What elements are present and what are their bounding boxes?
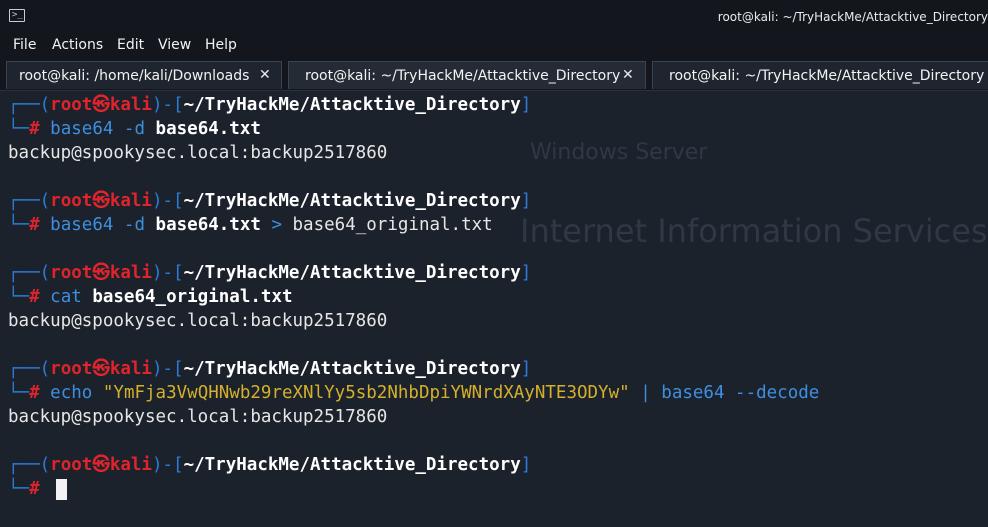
- command-output: backup@spookysec.local:backup2517860: [8, 407, 388, 427]
- prompt-line: ┌──(root㉿kali)-[~/TryHackMe/Attacktive_D…: [8, 191, 532, 211]
- tab-label: root@kali: /home/kali/Downloads: [19, 68, 250, 84]
- command-line: └─# echo "YmFja3VwQHNwb29reXNlYy5sb2NhbD…: [8, 383, 820, 403]
- command-line: └─# cat base64_original.txt: [8, 287, 293, 307]
- tab-attacktive[interactable]: root@kali: ~/TryHackMe/Attacktive_Direct…: [652, 61, 988, 89]
- close-icon[interactable]: ✕: [622, 67, 634, 83]
- window-title: root@kali: ~/TryHackMe/Attacktive_Direct…: [717, 10, 988, 24]
- menu-file[interactable]: File: [13, 37, 36, 53]
- prompt-line: ┌──(root㉿kali)-[~/TryHackMe/Attacktive_D…: [8, 359, 532, 379]
- menu-actions[interactable]: Actions: [52, 37, 103, 53]
- skull-icon: ㉿: [92, 191, 110, 211]
- prompt-line: ┌──(root㉿kali)-[~/TryHackMe/Attacktive_D…: [8, 455, 532, 475]
- skull-icon: ㉿: [92, 95, 110, 115]
- title-bar: >_ root@kali: ~/TryHackMe/Attacktive_Dir…: [0, 0, 988, 34]
- prompt-line: ┌──(root㉿kali)-[~/TryHackMe/Attacktive_D…: [8, 263, 532, 283]
- skull-icon: ㉿: [92, 455, 110, 475]
- close-icon[interactable]: ✕: [259, 67, 271, 83]
- command-output: backup@spookysec.local:backup2517860: [8, 311, 388, 331]
- skull-icon: ㉿: [92, 263, 110, 283]
- terminal-output[interactable]: ┌──(root㉿kali)-[~/TryHackMe/Attacktive_D…: [0, 91, 988, 527]
- command-line: └─# base64 -d base64.txt: [8, 119, 261, 139]
- terminal-icon[interactable]: >_: [9, 9, 25, 22]
- prompt-line: ┌──(root㉿kali)-[~/TryHackMe/Attacktive_D…: [8, 95, 532, 115]
- tab-downloads[interactable]: root@kali: /home/kali/Downloads ✕: [6, 61, 282, 89]
- menu-help[interactable]: Help: [205, 37, 237, 53]
- command-output: backup@spookysec.local:backup2517860: [8, 143, 388, 163]
- menu-bar: File Actions Edit View Help: [0, 34, 988, 58]
- command-line-current: └─#: [8, 479, 40, 499]
- tab-label: root@kali: ~/TryHackMe/Attacktive_Direct…: [669, 68, 985, 84]
- menu-edit[interactable]: Edit: [117, 37, 144, 53]
- command-line: └─# base64 -d base64.txt > base64_origin…: [8, 215, 493, 235]
- menu-view[interactable]: View: [158, 37, 191, 53]
- text-cursor: [56, 479, 67, 500]
- tab-bar: root@kali: /home/kali/Downloads ✕ root@k…: [0, 58, 988, 91]
- tab-attacktive-active[interactable]: root@kali: ~/TryHackMe/Attacktive_Direct…: [288, 61, 646, 89]
- tab-label: root@kali: ~/TryHackMe/Attacktive_Direct…: [305, 68, 621, 84]
- skull-icon: ㉿: [92, 359, 110, 379]
